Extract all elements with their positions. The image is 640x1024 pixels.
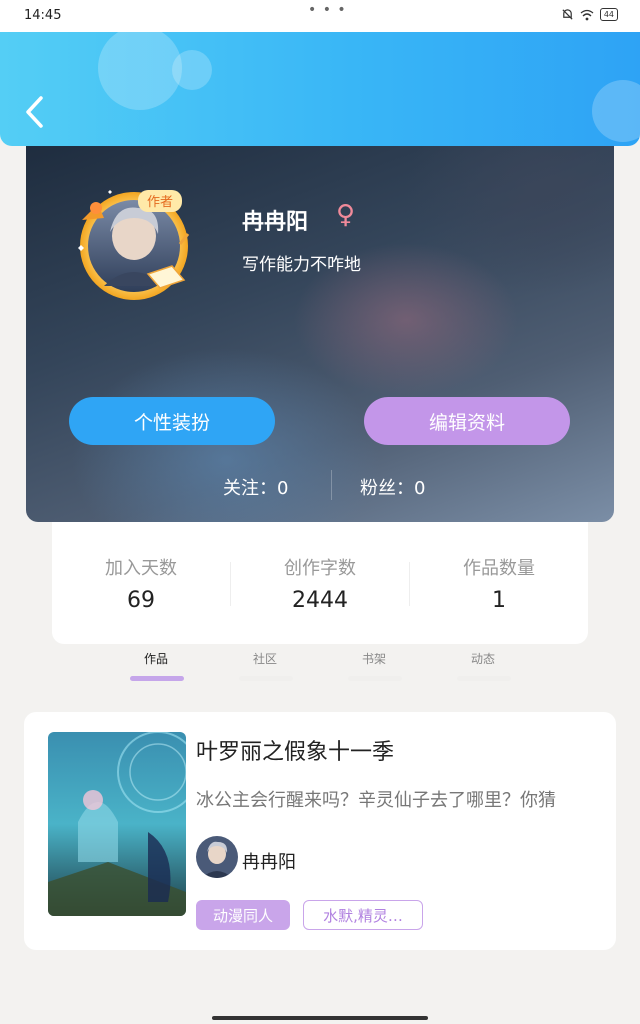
tab-indicator-active <box>130 676 184 681</box>
stat-value: 2444 <box>292 588 348 613</box>
status-time: 14:45 <box>24 8 62 23</box>
stat-label: 作品数量 <box>463 558 535 579</box>
stat-word-count: 创作字数 2444 <box>231 554 409 613</box>
author-badge-text: 作者 <box>147 195 173 210</box>
status-bar: 14:45 • • • 44 <box>0 0 640 32</box>
decor-bubble <box>592 80 640 142</box>
work-description: 冰公主会行醒来吗？辛灵仙子去了哪里？你猜 <box>196 790 556 811</box>
profile-card: 作者 冉冉阳 ♀ 写作能力不咋地 个性装扮 编辑资料 关注：0 粉丝：0 <box>26 130 614 522</box>
tag-keywords[interactable]: 水默,精灵… <box>303 900 423 930</box>
stats-card: 加入天数 69 创作字数 2444 作品数量 1 <box>52 522 588 644</box>
tab-indicator <box>348 676 402 681</box>
stat-label: 加入天数 <box>105 558 177 579</box>
battery-icon: 44 <box>599 8 618 21</box>
divider <box>331 470 332 500</box>
status-dots: • • • <box>308 2 347 18</box>
decor-bubble <box>98 32 182 110</box>
header-banner <box>0 32 640 146</box>
tab-indicator <box>239 676 293 681</box>
tab-activity[interactable]: 动态 <box>453 650 513 667</box>
tag-category[interactable]: 动漫同人 <box>196 900 290 930</box>
mute-bell-icon <box>562 9 573 20</box>
author-name: 冉冉阳 <box>242 852 296 873</box>
dress-up-button[interactable]: 个性装扮 <box>69 397 275 445</box>
home-indicator[interactable] <box>212 1016 428 1020</box>
stat-join-days: 加入天数 69 <box>52 554 230 613</box>
work-title[interactable]: 叶罗丽之假象十一季 <box>196 734 394 766</box>
author-avatar[interactable] <box>196 836 238 878</box>
decor-bubble <box>172 50 212 90</box>
back-arrow-icon[interactable] <box>24 94 46 130</box>
tab-works[interactable]: 作品 <box>126 650 186 667</box>
tab-community[interactable]: 社区 <box>235 650 295 667</box>
followers-count[interactable]: 粉丝：0 <box>360 474 425 500</box>
work-cover-image[interactable] <box>48 732 186 916</box>
stat-label: 创作字数 <box>284 558 356 579</box>
tab-indicator <box>457 676 511 681</box>
stat-value: 69 <box>127 588 155 613</box>
wifi-icon <box>580 9 594 20</box>
edit-profile-button[interactable]: 编辑资料 <box>364 397 570 445</box>
status-icons: 44 <box>561 8 618 21</box>
profile-tabs: 作品 社区 书架 动态 <box>0 644 640 684</box>
stat-work-count: 作品数量 1 <box>410 554 588 613</box>
tab-bookshelf[interactable]: 书架 <box>344 650 404 667</box>
avatar-frame[interactable]: 作者 <box>68 174 198 304</box>
stat-value: 1 <box>492 588 506 613</box>
work-card[interactable]: 叶罗丽之假象十一季 冰公主会行醒来吗？辛灵仙子去了哪里？你猜 冉冉阳 动漫同人 … <box>24 712 616 950</box>
user-bio: 写作能力不咋地 <box>242 255 361 275</box>
user-name: 冉冉阳 <box>242 210 309 235</box>
female-icon: ♀ <box>336 200 356 230</box>
following-count[interactable]: 关注：0 <box>223 474 288 500</box>
